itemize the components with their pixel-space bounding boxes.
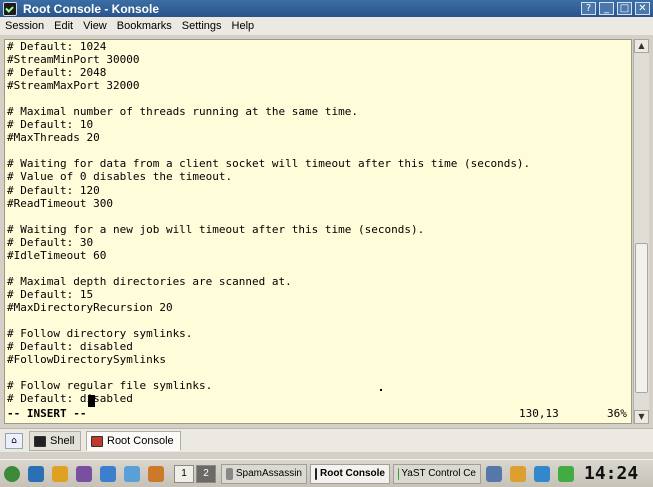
task-root-console-label: Root Console	[320, 468, 385, 479]
menu-bookmarks[interactable]: Bookmarks	[112, 20, 177, 32]
menu-settings[interactable]: Settings	[177, 20, 227, 32]
browser-icon[interactable]	[100, 465, 116, 482]
kde-taskbar: 1 2 SpamAssassin Root Console YaST Contr…	[0, 459, 653, 487]
kmenu-icon[interactable]	[4, 465, 20, 482]
terminal-text: # Default: 1024 #StreamMinPort 30000 # D…	[7, 40, 531, 406]
shell-icon	[34, 435, 46, 447]
menu-edit[interactable]: Edit	[49, 20, 78, 32]
status-percent: 36%	[607, 407, 627, 420]
menu-help[interactable]: Help	[227, 20, 260, 32]
power-icon[interactable]	[558, 465, 574, 482]
status-mode: -- INSERT --	[7, 407, 87, 420]
task-root-console[interactable]: Root Console	[310, 463, 390, 484]
clipboard-icon[interactable]	[510, 465, 526, 482]
session-tab-bar: ⌂ Shell Root Console	[0, 428, 653, 452]
document-icon	[226, 467, 233, 480]
text-cursor	[88, 395, 95, 407]
network-icon[interactable]	[486, 465, 502, 482]
tab-root-console-label: Root Console	[107, 435, 174, 447]
menu-session[interactable]: Session	[0, 20, 49, 32]
task-yast-label: YaST Control Ce	[401, 468, 476, 479]
window-titlebar[interactable]: Root Console - Konsole ? _ □ ✕	[0, 0, 653, 17]
desktop-pager: 1 2	[174, 464, 218, 483]
vertical-scrollbar[interactable]: ▲ ▼	[633, 39, 649, 424]
tab-root-console[interactable]: Root Console	[86, 431, 181, 451]
scroll-thumb[interactable]	[635, 243, 648, 393]
help-icon[interactable]	[52, 465, 68, 482]
mail-icon[interactable]	[124, 465, 140, 482]
minimize-button[interactable]: _	[599, 2, 614, 15]
status-position: 130,13	[519, 407, 559, 420]
control-center-icon[interactable]	[76, 465, 92, 482]
desktop-2[interactable]: 2	[196, 464, 216, 483]
konsole-icon	[3, 1, 17, 16]
help-button[interactable]: ?	[581, 2, 596, 15]
clock: 14:24	[584, 463, 639, 484]
scroll-down-icon[interactable]: ▼	[634, 410, 649, 424]
terminal-icon	[315, 467, 317, 480]
task-spamassassin-label: SpamAssassin	[235, 468, 302, 479]
tab-shell[interactable]: Shell	[29, 431, 82, 451]
update-icon[interactable]	[534, 465, 550, 482]
menu-view[interactable]: View	[78, 20, 112, 32]
close-button[interactable]: ✕	[635, 2, 650, 15]
desktop-1[interactable]: 1	[174, 464, 194, 483]
tab-shell-label: Shell	[50, 435, 75, 447]
terminal-speck	[380, 389, 382, 391]
scroll-up-icon[interactable]: ▲	[634, 39, 649, 53]
root-console-icon	[91, 435, 103, 447]
window-title: Root Console - Konsole	[23, 1, 159, 16]
task-spamassassin[interactable]: SpamAssassin	[221, 463, 307, 484]
terminal-view[interactable]: # Default: 1024 #StreamMinPort 30000 # D…	[4, 39, 632, 424]
menu-bar: Session Edit View Bookmarks Settings Hel…	[0, 17, 653, 35]
maximize-button[interactable]: □	[617, 2, 632, 15]
task-yast[interactable]: YaST Control Ce	[393, 463, 481, 484]
new-session-icon[interactable]: ⌂	[5, 433, 23, 449]
home-folder-icon[interactable]	[28, 465, 44, 482]
office-icon[interactable]	[148, 465, 164, 482]
